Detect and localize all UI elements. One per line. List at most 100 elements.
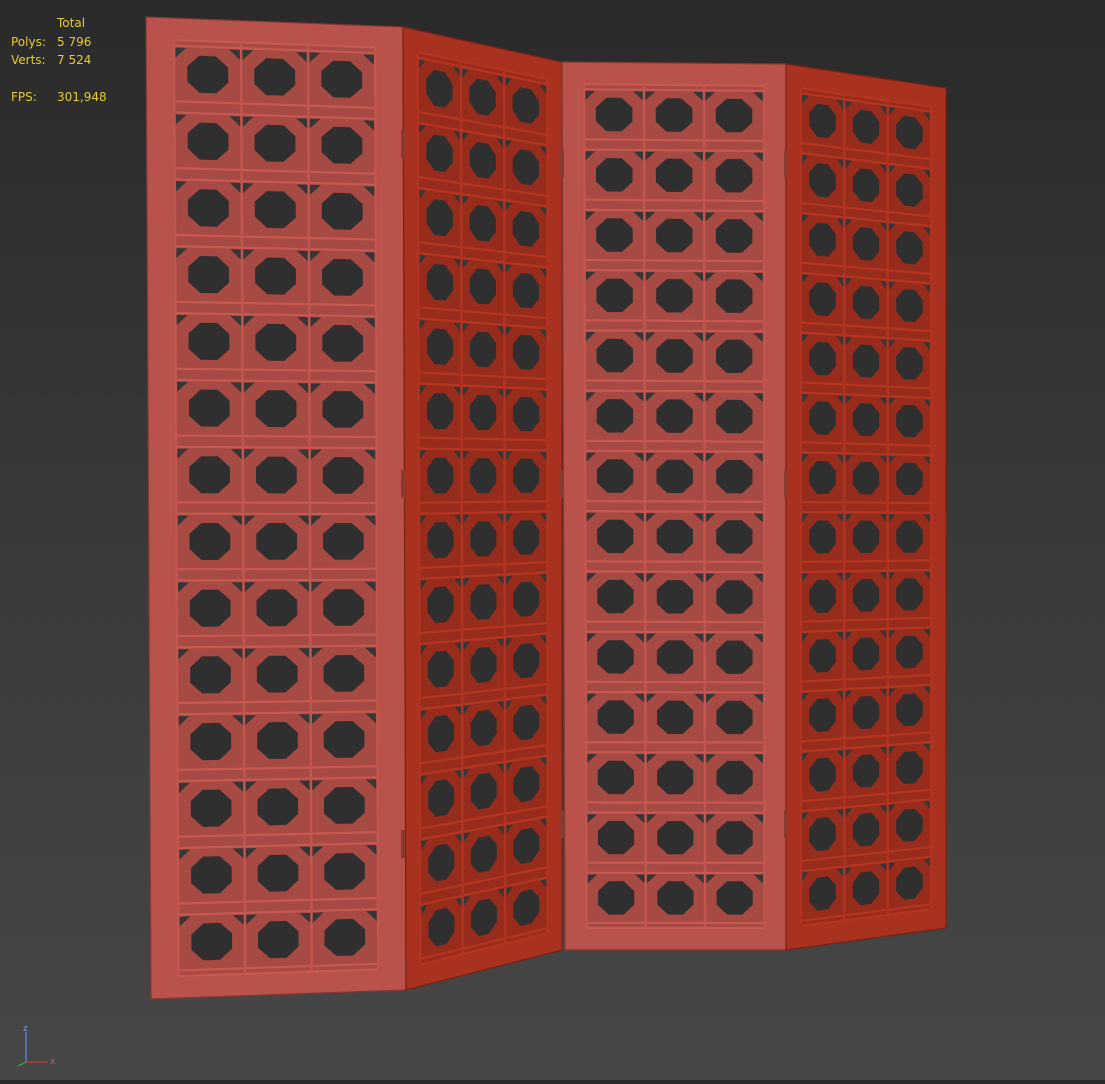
lattice-opening (596, 98, 633, 132)
hinge (401, 130, 405, 158)
lattice-opening (716, 641, 752, 674)
lattice-opening (597, 399, 633, 433)
lattice-slat (801, 560, 931, 562)
lattice-opening (513, 459, 539, 493)
lattice-opening (716, 460, 752, 493)
hinge (401, 830, 405, 858)
lattice-slat (584, 210, 764, 211)
stats-header: Total (57, 14, 85, 33)
lattice-stile (504, 70, 505, 943)
axis-x-label: x (50, 1057, 56, 1067)
lattice-opening (190, 523, 231, 560)
lattice-opening (716, 520, 752, 554)
lattice-slat (584, 200, 764, 201)
lattice-opening (657, 640, 693, 674)
hinge (560, 470, 564, 498)
lattice-opening (190, 656, 231, 693)
lattice-slat (584, 150, 764, 151)
lattice-opening (190, 590, 231, 627)
lattice-opening (716, 279, 753, 313)
lattice-opening (656, 279, 692, 313)
fps-label: FPS: (11, 88, 37, 107)
lattice-slat (585, 501, 764, 502)
lattice-opening (189, 456, 230, 493)
lattice-slat (584, 89, 764, 91)
lattice-slat (586, 571, 765, 572)
lattice-opening (323, 457, 364, 494)
lattice-opening (596, 158, 633, 192)
lattice-slat (585, 260, 764, 261)
lattice-opening (717, 761, 753, 794)
lattice-slat (586, 632, 764, 633)
lattice-slat (176, 447, 376, 448)
lattice-opening (597, 339, 634, 373)
screen-panel-2 (403, 27, 562, 990)
lattice-opening (257, 589, 298, 626)
screen-panel-3 (562, 62, 786, 950)
lattice-opening (256, 523, 297, 560)
verts-value: 7 524 (57, 51, 91, 70)
lattice-slat (801, 502, 931, 503)
lattice-opening (716, 701, 752, 734)
lattice-opening (716, 159, 753, 193)
lattice-slat (801, 512, 931, 513)
lattice-opening (657, 761, 693, 794)
lattice-slat (585, 380, 764, 381)
lattice-opening (598, 761, 634, 794)
lattice-slat (585, 330, 764, 331)
lattice-slat (176, 436, 376, 437)
screen-panel-1 (146, 17, 406, 999)
lattice-opening (598, 821, 634, 854)
lattice-opening (717, 881, 753, 914)
lattice-opening (598, 881, 634, 914)
lattice-opening (853, 462, 879, 495)
lattice-opening (657, 580, 693, 613)
lattice-slat (177, 569, 377, 570)
lattice-opening (427, 458, 453, 494)
screen-panel-4 (786, 64, 946, 950)
lattice-slat (584, 84, 764, 86)
verts-label: Verts: (11, 51, 46, 70)
polys-value: 5 796 (57, 33, 91, 52)
lattice-opening (323, 589, 364, 626)
lattice-slat (585, 511, 764, 512)
hinge (784, 810, 788, 838)
fps-value: 301,948 (57, 88, 107, 107)
lattice-opening (717, 821, 753, 854)
lattice-opening (597, 580, 633, 613)
hinge (784, 470, 788, 498)
viewport-3d[interactable] (0, 0, 1105, 1080)
lattice-opening (257, 656, 298, 693)
lattice-opening (657, 821, 693, 854)
lattice-opening (657, 460, 693, 493)
lattice-slat (585, 270, 764, 271)
lattice-slat (585, 451, 764, 452)
lattice-opening (896, 521, 923, 553)
axis-z-label: z (23, 1024, 28, 1034)
lattice-slat (177, 635, 377, 637)
lattice-opening (716, 219, 753, 253)
lattice-opening (470, 458, 496, 493)
lattice-opening (323, 523, 364, 560)
lattice-slat (586, 622, 764, 623)
lattice-opening (656, 159, 693, 192)
lattice-opening (598, 700, 634, 733)
polys-label: Polys: (11, 33, 46, 52)
lattice-slat (585, 320, 764, 321)
hinge (784, 150, 788, 178)
lattice-opening (657, 701, 693, 734)
lattice-opening (809, 521, 836, 554)
lattice-stile (704, 85, 705, 928)
lattice-opening (853, 521, 879, 554)
lattice-opening (256, 457, 297, 494)
lattice-opening (716, 580, 752, 613)
axis-gizmo-icon: z x (12, 1022, 62, 1068)
lattice-opening (716, 340, 752, 373)
hinge (401, 470, 405, 498)
hinge (560, 150, 564, 178)
lattice-opening (656, 98, 693, 132)
lattice-slat (585, 391, 764, 392)
lattice-opening (596, 218, 633, 252)
lattice-opening (597, 640, 633, 674)
lattice-opening (596, 279, 632, 313)
